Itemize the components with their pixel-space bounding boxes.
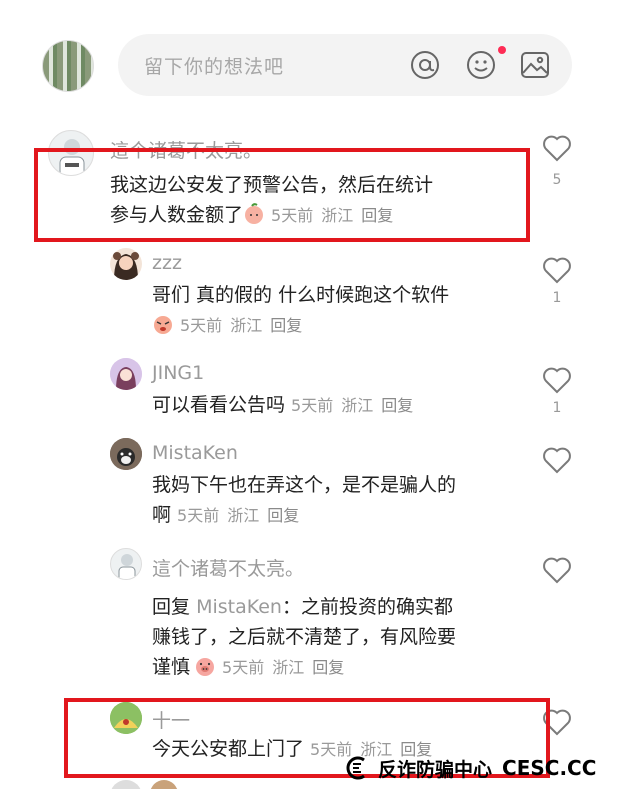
reply-prefix: 回复: [152, 596, 191, 618]
comment-time: 5天前: [180, 316, 223, 335]
watermark-logo-icon: [346, 756, 365, 780]
comment-time: 5天前: [222, 658, 265, 677]
comment-location: 浙江: [227, 506, 260, 525]
mention-icon[interactable]: [410, 50, 440, 80]
avatar[interactable]: [110, 248, 142, 280]
comment-text-line: 哥们 真的假的 什么时候跑这个软件: [152, 284, 450, 306]
comment-meta: 5天前 浙江 回复: [291, 396, 421, 415]
avatar-girl-icon: [113, 252, 139, 280]
like-heart-icon[interactable]: [542, 366, 572, 394]
comment-text: 我妈下午也在弄这个，是不是骗人的 啊 5天前 浙江 回复: [152, 470, 456, 531]
watermark-text-cn: 反诈防骗中心: [378, 758, 493, 781]
like-count: 1: [552, 400, 562, 416]
comment-text-fragment: 啊: [152, 504, 172, 526]
reply-button[interactable]: 回复: [267, 506, 299, 525]
comment-author[interactable]: 這个诸葛不太亮。: [152, 554, 304, 581]
reply-button[interactable]: 回复: [312, 658, 344, 677]
watermark: 反诈防骗中心 CESC.CC: [344, 752, 596, 784]
comment-text: 可以看看公告吗 5天前 浙江 回复: [152, 390, 421, 421]
like-count: 1: [552, 290, 562, 306]
comment-text-fragment: 谨慎: [152, 656, 191, 678]
avatar[interactable]: [110, 548, 142, 580]
comment-time: 5天前: [177, 506, 220, 525]
avatar-figure-icon: [118, 554, 136, 579]
emoji-icon[interactable]: [466, 50, 496, 80]
watermark-text-en: CESC.CC: [502, 756, 597, 780]
image-icon[interactable]: [520, 50, 550, 80]
like-heart-icon[interactable]: [542, 446, 572, 474]
avatar[interactable]: [110, 358, 142, 390]
avatar[interactable]: [110, 780, 142, 789]
avatar-bear-icon: [110, 438, 142, 470]
comment-text-line: 啊 5天前 浙江 回复: [152, 500, 456, 531]
like-count: 5: [552, 172, 562, 188]
reply-button[interactable]: 回复: [381, 396, 413, 415]
like-heart-icon[interactable]: [542, 256, 572, 284]
comment-text-line: 我妈下午也在弄这个，是不是骗人的: [152, 474, 457, 496]
pig-emoji-icon: [196, 658, 215, 676]
like-heart-icon[interactable]: [542, 556, 572, 584]
comment-meta: 5天前 浙江 回复: [177, 506, 307, 525]
like-heart-icon[interactable]: [542, 134, 572, 162]
comment-text-line: 回复 MistaKen：之前投资的确实都: [152, 592, 456, 622]
comment-text-fragment: ：之前投资的确实都: [281, 596, 453, 618]
crying-emoji-icon: [154, 316, 172, 334]
avatar[interactable]: [150, 780, 178, 789]
comment-meta: 5天前 浙江 回复: [180, 316, 310, 335]
comment-text-line: 赚钱了，之后就不清楚了，有风险要: [152, 626, 457, 648]
reply-button[interactable]: 回复: [270, 316, 302, 335]
avatar[interactable]: [110, 438, 142, 470]
comment-item: 這个诸葛不太亮。 回复 MistaKen：之前投资的确实都 赚钱了，之后就不清楚…: [0, 546, 617, 686]
comment-location: 浙江: [341, 396, 374, 415]
notification-dot: [498, 46, 506, 54]
comment-author[interactable]: MistaKen: [152, 442, 238, 464]
reply-to-user[interactable]: MistaKen: [196, 596, 282, 618]
comment-text: 回复 MistaKen：之前投资的确实都 赚钱了，之后就不清楚了，有风险要 谨慎…: [152, 592, 456, 683]
comment-text-line: 可以看看公告吗 5天前 浙江 回复: [152, 390, 421, 421]
comment-time: 5天前: [291, 396, 334, 415]
comment-item: zzz 哥们 真的假的 什么时候跑这个软件 5天前 浙江 回复 1: [0, 246, 617, 346]
avatar-anime-icon: [110, 358, 142, 390]
comment-text-line: 谨慎 5天前 浙江 回复: [152, 652, 456, 683]
comment-author[interactable]: JING1: [152, 362, 204, 384]
comment-input-placeholder: 留下你的想法吧: [144, 56, 285, 78]
comment-meta: 5天前 浙江 回复: [222, 658, 352, 677]
comment-text-fragment: 可以看看公告吗: [152, 394, 286, 416]
highlight-box: [34, 148, 530, 242]
comment-input-bar: 留下你的想法吧: [0, 28, 617, 100]
comment-item: MistaKen 我妈下午也在弄这个，是不是骗人的 啊 5天前 浙江 回复: [0, 436, 617, 536]
comment-location: 浙江: [272, 658, 305, 677]
comment-text-line: 5天前 浙江 回复: [152, 310, 449, 341]
comment-location: 浙江: [230, 316, 263, 335]
comment-author[interactable]: zzz: [152, 252, 182, 274]
comment-text: 哥们 真的假的 什么时候跑这个软件 5天前 浙江 回复: [152, 280, 449, 341]
my-avatar[interactable]: [42, 40, 94, 92]
comment-item: JING1 可以看看公告吗 5天前 浙江 回复 1: [0, 356, 617, 426]
comment-input[interactable]: 留下你的想法吧: [118, 34, 572, 96]
